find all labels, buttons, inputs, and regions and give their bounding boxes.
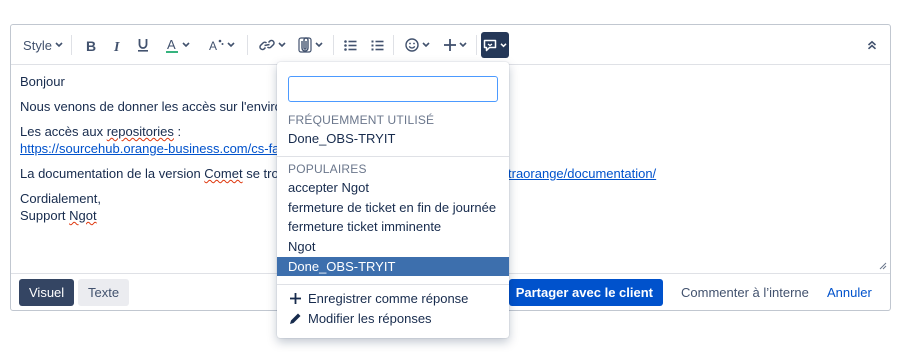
popular-item[interactable]: Ngot (277, 237, 509, 256)
collapse-toolbar-button[interactable] (863, 33, 881, 57)
italic-button[interactable]: I (107, 33, 127, 57)
bold-button[interactable]: B (81, 33, 101, 57)
svg-text:A: A (167, 38, 176, 52)
chevron-down-icon (458, 42, 467, 48)
chevron-down-icon (277, 42, 286, 48)
text-mode-tab[interactable]: Texte (78, 279, 130, 306)
attachment-dropdown[interactable] (295, 33, 325, 57)
toolbar-divider (247, 35, 248, 55)
italic-icon: I (113, 40, 120, 52)
toolbar-divider (476, 35, 477, 55)
collapse-icon (867, 40, 877, 50)
documentation-prefix: La documentation de la version (20, 166, 205, 181)
numbered-list-button[interactable] (368, 33, 386, 57)
save-as-response-action[interactable]: Enregistrer comme réponse (288, 289, 468, 308)
frequent-section-header: FRÉQUEMMENT UTILISÉ (288, 113, 435, 127)
toolbar-divider (333, 35, 334, 55)
repositories-link[interactable]: https://sourcehub.orange-business.com/cs… (20, 141, 279, 156)
bullet-list-icon (343, 39, 356, 51)
visual-mode-tab[interactable]: Visuel (19, 279, 75, 306)
underline-icon (138, 39, 148, 52)
edit-responses-action[interactable]: Modifier les réponses (288, 309, 432, 328)
chevron-down-icon (182, 42, 190, 48)
bullet-list-button[interactable] (341, 33, 359, 57)
popular-section-header: POPULAIRES (288, 162, 367, 176)
resize-handle-icon[interactable] (879, 262, 887, 270)
dropdown-divider (277, 284, 509, 285)
comet-word: Comet (204, 166, 243, 181)
more-formatting-dropdown[interactable]: A (203, 33, 239, 57)
link-icon (258, 39, 275, 51)
popular-item[interactable]: fermeture de ticket en fin de journée (277, 198, 509, 217)
signature-word: Ngot (69, 208, 97, 223)
chevron-down-icon (226, 42, 235, 48)
more-formatting-icon: A (209, 39, 223, 52)
chevron-down-icon (500, 42, 507, 47)
repositories-prefix: Les accès aux (20, 124, 107, 139)
chevron-down-icon (314, 42, 323, 48)
cancel-button[interactable]: Annuler (827, 279, 872, 306)
comment-internal-button[interactable]: Commenter à l’interne (681, 279, 809, 306)
canned-response-icon (483, 39, 497, 51)
svg-text:B: B (86, 39, 96, 52)
emoji-icon (404, 38, 419, 52)
documentation-link[interactable]: traorange/documentation/ (508, 165, 656, 182)
chevron-down-icon (421, 42, 430, 48)
canned-responses-button[interactable] (481, 32, 509, 58)
svg-text:I: I (113, 40, 120, 52)
chevron-down-icon (55, 42, 63, 48)
numbered-list-icon (371, 40, 383, 50)
canned-responses-search-input[interactable] (288, 76, 498, 102)
editor-toolbar: Style B I A A (11, 25, 890, 65)
dropdown-divider (277, 156, 509, 157)
popular-item[interactable]: accepter Ngot (277, 178, 509, 197)
edit-responses-label: Modifier les réponses (308, 311, 432, 326)
text-color-icon: A (166, 38, 178, 53)
toolbar-divider (393, 35, 394, 55)
save-as-response-label: Enregistrer comme réponse (308, 291, 469, 306)
style-label: Style (23, 37, 52, 53)
insert-dropdown[interactable] (439, 33, 471, 57)
link-dropdown[interactable] (257, 33, 287, 57)
pencil-icon (289, 313, 300, 324)
underline-button[interactable] (133, 33, 153, 57)
frequent-item[interactable]: Done_OBS-TRYIT (277, 129, 509, 148)
plus-icon (443, 39, 456, 51)
style-dropdown[interactable]: Style (21, 33, 65, 57)
popular-item[interactable]: fermeture ticket imminente (277, 217, 509, 236)
canned-responses-dropdown: FRÉQUEMMENT UTILISÉ Done_OBS-TRYIT POPUL… (277, 62, 509, 338)
plus-icon (289, 293, 301, 304)
share-with-client-button[interactable]: Partager avec le client (509, 279, 663, 306)
repositories-word: repositories (106, 124, 174, 139)
bold-icon: B (86, 39, 96, 52)
toolbar-divider (71, 35, 72, 55)
popular-item-selected[interactable]: Done_OBS-TRYIT (277, 257, 509, 276)
attachment-icon (297, 37, 312, 53)
emoji-dropdown[interactable] (401, 33, 433, 57)
svg-text:A: A (209, 39, 217, 52)
text-color-dropdown[interactable]: A (161, 33, 195, 57)
repositories-suffix: : (173, 124, 182, 139)
signature-prefix: Support (20, 208, 70, 223)
